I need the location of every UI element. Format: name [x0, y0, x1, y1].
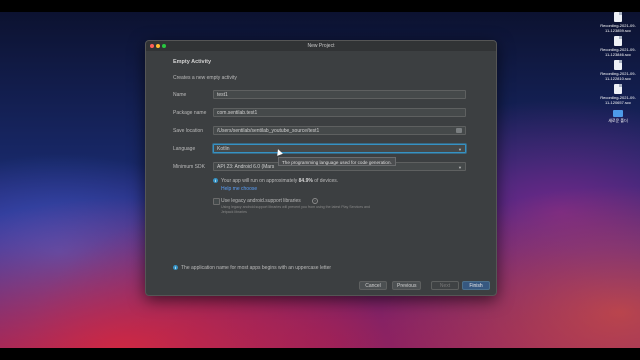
desktop-file[interactable]: Recording-2021-09-11-123859.scc [598, 12, 638, 33]
coverage-percent: 84.9% [298, 178, 313, 184]
chevron-down-icon: ▼ [458, 165, 462, 170]
previous-button[interactable]: Previous [392, 281, 422, 290]
minimize-window-button[interactable] [156, 44, 160, 48]
help-me-choose-link[interactable]: Help me choose [221, 186, 257, 192]
finish-button[interactable]: Finish [462, 281, 490, 290]
file-icon [614, 36, 622, 46]
browse-folder-icon[interactable] [456, 128, 462, 133]
cancel-button[interactable]: Cancel [359, 281, 387, 290]
save-location-field[interactable]: /Users/sentilab/sentilab_youtube_source/… [213, 126, 466, 135]
info-icon: i [173, 265, 178, 270]
dialog-titlebar: New Project [146, 41, 496, 51]
next-button[interactable]: Next [431, 281, 459, 290]
dialog-title: New Project [307, 43, 335, 49]
minimum-sdk-label: Minimum SDK [173, 164, 205, 170]
legacy-support-label[interactable]: Use legacy android.support libraries [221, 198, 301, 204]
section-subtitle: Creates a new empty activity [173, 75, 237, 81]
desktop-file-label: Recording-2021-09-11-123859.scc [600, 23, 636, 33]
package-name-field[interactable]: com.sentilab.test1 [213, 108, 466, 117]
desktop-folder[interactable]: 새로운 폴더 [598, 108, 638, 123]
name-field[interactable]: test1 [213, 90, 466, 99]
desktop-file-label: Recording-2021-09-11-122810.scc [600, 71, 636, 81]
language-value: Kotlin [217, 146, 230, 152]
save-location-value: /Users/sentilab/sentilab_youtube_source/… [217, 128, 320, 134]
desktop-file[interactable]: Recording-2021-09-11-123846.scc [598, 36, 638, 57]
language-dropdown[interactable]: Kotlin ▼ [213, 144, 466, 153]
coverage-suffix: of devices. [314, 178, 339, 184]
help-icon[interactable]: ? [312, 198, 318, 204]
device-coverage-text: Your app will run on approximately 84.9%… [221, 178, 338, 184]
language-tooltip: The programming language used for code g… [278, 157, 396, 166]
save-location-label: Save location [173, 128, 204, 134]
file-icon [614, 84, 622, 94]
desktop-file-label: Recording-2021-09-11-123846.scc [600, 47, 636, 57]
info-icon: i [213, 178, 218, 183]
dialog-content: Empty Activity Creates a new empty activ… [146, 51, 496, 295]
chevron-down-icon: ▼ [458, 147, 462, 152]
new-project-dialog: New Project Empty Activity Creates a new… [145, 40, 497, 296]
desktop-file-label: Recording-2021-09-11-120657.scc [600, 95, 636, 105]
coverage-prefix: Your app will run on approximately [221, 178, 298, 184]
minimum-sdk-value: API 23: Android 6.0 (Mars [217, 164, 275, 170]
legacy-support-checkbox[interactable] [213, 198, 220, 205]
package-name-label: Package name [173, 110, 207, 116]
desktop-icons: Recording-2021-09-11-123859.scc Recordin… [598, 12, 638, 126]
window-controls [150, 44, 166, 48]
language-label: Language [173, 146, 196, 152]
section-title: Empty Activity [173, 59, 212, 65]
legacy-support-description: Using legacy android.support libraries w… [221, 205, 371, 214]
desktop-file[interactable]: Recording-2021-09-11-122810.scc [598, 60, 638, 81]
desktop-file[interactable]: Recording-2021-09-11-120657.scc [598, 84, 638, 105]
desktop-folder-label: 새로운 폴더 [608, 118, 628, 123]
close-window-button[interactable] [150, 44, 154, 48]
file-icon [614, 12, 622, 22]
folder-icon [613, 110, 623, 117]
zoom-window-button[interactable] [162, 44, 166, 48]
file-icon [614, 60, 622, 70]
name-label: Name [173, 92, 187, 98]
validation-hint: The application name for most apps begin… [181, 265, 332, 271]
